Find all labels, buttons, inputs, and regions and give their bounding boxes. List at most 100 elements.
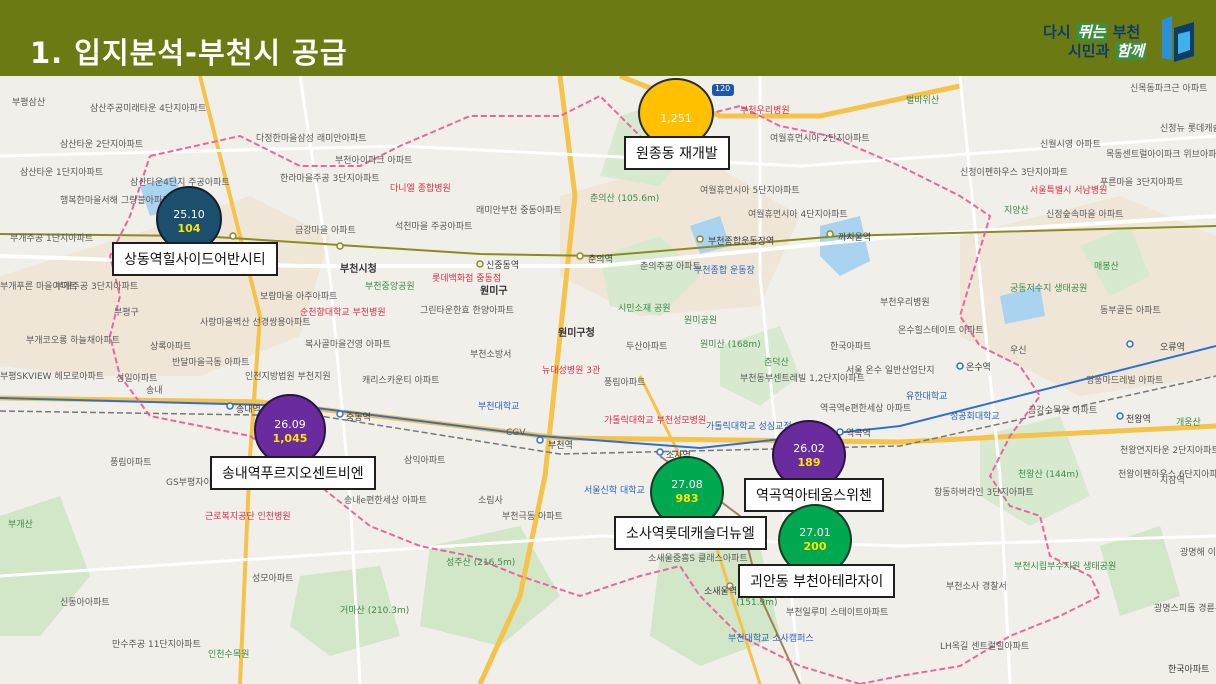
marker-units: 1,045 xyxy=(272,432,308,445)
map-place-label: (151.9m) xyxy=(736,598,778,608)
supply-label-songnae: 송내역푸르지오센트비엔 xyxy=(210,456,376,490)
map-place-label: 부천우리병원 xyxy=(740,106,790,116)
map-place-label: 광명스피돔 경륜본장 xyxy=(1154,604,1216,614)
map-station-label: 춘의역 xyxy=(588,255,613,265)
map-place-label: 여월휴먼시아 5단지아파트 xyxy=(700,186,800,196)
road-shield-label: 120 xyxy=(715,84,731,93)
map-place-label: 부천소방서 xyxy=(470,350,512,360)
map-place-label: 부평삼산 xyxy=(12,98,46,108)
marker-units: 189 xyxy=(797,456,821,469)
map-place-label: 우신 xyxy=(1010,346,1027,356)
map-place-label: 시민소재 공원 xyxy=(618,304,671,314)
map-place-label: 반달마을극동 아파트 xyxy=(172,358,250,368)
map-place-label: 광명해 이연아 xyxy=(1180,548,1216,558)
map-place-label: 부평SKVIEW 헤모로아파트 xyxy=(0,372,105,382)
map-place-label: 보람마을 아주아파트 xyxy=(260,292,338,302)
map-place-label: 송내e편한세상 아파트 xyxy=(344,496,427,506)
map-place-label: 부천아이파크 아파트 xyxy=(335,156,413,166)
map-place-label: 캐리스카운티 아파트 xyxy=(362,376,440,386)
map-place-label: 풍림아파트 xyxy=(604,378,646,388)
marker-date: 26.09 xyxy=(274,418,306,431)
map-place-label: 매봉산 xyxy=(1094,262,1119,272)
map-place-label: 소새울중흥S 클래스아파트 xyxy=(648,554,748,564)
map-place-label: 송내 xyxy=(146,386,163,396)
map-place-label: 가톨릭대학교 성심교정 xyxy=(706,422,792,432)
map-place-label: 춘의주공 아파트 xyxy=(640,262,701,272)
map-place-label: 롯데백화점 중동점 xyxy=(432,274,502,284)
logo-line-2: 시민과 함께 xyxy=(1068,40,1147,61)
logo-highlight: 함께 xyxy=(1114,42,1147,60)
page-title: 1. 입지분석-부천시 공급 xyxy=(30,36,348,70)
map-place-label: 부천극동 아파트 xyxy=(502,512,563,522)
map-place-label: 성주산 (216.5m) xyxy=(446,558,516,568)
bucheon-symbol-icon xyxy=(1162,16,1194,62)
map-place-label: 춘덕산 xyxy=(764,358,789,368)
marker-date: 27.08 xyxy=(671,478,703,491)
map-place-label: 온수힐스테이트 아파트 xyxy=(898,326,984,336)
map-place-label: 원미산 (168m) xyxy=(700,340,761,350)
map-place-label: 성모아파트 xyxy=(252,574,294,584)
map-place-label: 풍림아파트 xyxy=(110,458,152,468)
marker-date: 25.10 xyxy=(173,208,205,221)
map-station-label: 부천종합운동장역 xyxy=(708,237,775,247)
map-place-label: 신동아아파트 xyxy=(60,598,110,608)
map-place-label: 다정한마을삼성 래미안아파트 xyxy=(256,134,367,144)
map-place-label: 부천대학교 소사캠퍼스 xyxy=(728,634,814,644)
bucheon-logo: 다시 뛰는 부천 시민과 함께 xyxy=(1040,12,1200,68)
map-place-label: 부개푸른 마을아파트 xyxy=(0,282,78,292)
map-place-label: 원미구청 xyxy=(558,328,595,339)
logo-highlight: 뛰는 xyxy=(1075,23,1108,41)
map-station-label: 중동역 xyxy=(346,413,371,423)
map-place-label: 거마산 (210.3m) xyxy=(340,606,410,616)
map-place-label: 사랑마을벽산 선경쌍용아파트 xyxy=(200,318,311,328)
map-place-label: 금강마을 아파트 xyxy=(295,226,356,236)
map-place-label: 춘의산 (105.6m) xyxy=(590,194,660,204)
header-bar: 1. 입지분석-부천시 공급 다시 뛰는 부천 시민과 함께 xyxy=(0,0,1216,76)
logo-line-1: 다시 뛰는 부천 xyxy=(1043,21,1140,42)
map-place-label: 한라마을주공 3단지아파트 xyxy=(280,174,380,184)
map-place-label: 부개산 xyxy=(8,520,33,530)
map-place-label: 삼산타운 1단지아파트 xyxy=(20,168,104,178)
map-place-label: 원미공원 xyxy=(684,316,718,326)
map-place-label: 성공회대학교 xyxy=(950,412,1000,422)
map-place-label: 신정이펜하우스 3단지아파트 xyxy=(960,168,1068,178)
map-place-label: 인천지방법원 부천지원 xyxy=(245,372,331,382)
map-place-label: 뉴대성병원 3관 xyxy=(542,366,601,376)
map-place-label: 래미안부천 중동아파트 xyxy=(476,206,562,216)
map-place-label: CGV xyxy=(506,428,526,438)
map-place-label: LH옥길 센트럴힐아파트 xyxy=(940,642,1030,652)
map-station-label: 소새울역 xyxy=(704,587,738,597)
map-station-label: 까치울역 xyxy=(838,233,872,243)
map-place-label: 부천소사 경찰서 xyxy=(946,582,1007,592)
map-watermark: 한국아파트 xyxy=(1168,665,1210,675)
map-place-label: 영풍마드레빌 아파트 xyxy=(1086,376,1164,386)
map-place-label: 부천일루미 스테이트아파트 xyxy=(786,608,889,618)
logo-text: 시민과 xyxy=(1068,42,1115,60)
map-station-label: 부천역 xyxy=(548,441,573,451)
map-place-label: 궁동저수지 생태공원 xyxy=(1010,284,1088,294)
map-place-label: 부평구 xyxy=(114,308,139,318)
map-place-label: 여월휴먼시아 2단지아파트 xyxy=(770,134,870,144)
map-place-label: 항동하버라인 3단지아파트 xyxy=(934,488,1034,498)
logo-text: 부천 xyxy=(1107,23,1141,41)
marker-units: 1,251 xyxy=(660,112,692,125)
map-place-label: 신월시영 아파트 xyxy=(1040,140,1101,150)
map-place-label: 부천대학교 xyxy=(478,402,520,412)
map-place-label: 만수주공 11단지아파트 xyxy=(112,640,201,650)
marker-units: 983 xyxy=(675,492,699,505)
map-place-label: 부천우리병원 xyxy=(880,298,930,308)
map-area[interactable]: 부평삼산 삼산주공미래타운 4단지아파트 삼산타운 2단지아파트 삼산타운 1단… xyxy=(0,76,1216,684)
supply-label-sangdong: 상동역힐사이드어반시티 xyxy=(112,242,278,276)
map-place-label: 성일아파트 xyxy=(116,374,158,384)
map-place-label: 상록아파트 xyxy=(150,342,192,352)
marker-date: 27.01 xyxy=(799,526,831,539)
supply-label-goean: 괴안동 부천아테라자이 xyxy=(738,564,896,598)
map-place-label: 인천수목원 xyxy=(208,650,250,660)
map-place-label: 부천중앙공원 xyxy=(365,282,415,292)
map-place-label: 서울특별시 서남병원 xyxy=(1030,186,1108,196)
map-place-label: 역곡역e편한세상 아파트 xyxy=(820,404,912,414)
map-place-label: 벌바위산 xyxy=(906,96,940,106)
map-station-label: 역곡역 xyxy=(846,429,871,439)
map-place-label: 부개코오롱 하늘채아파트 xyxy=(26,336,120,346)
map-place-label: 유한대학교 xyxy=(906,392,948,402)
